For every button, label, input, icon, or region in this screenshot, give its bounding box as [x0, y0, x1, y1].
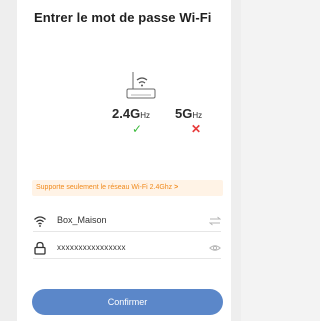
check-icon: ✓	[132, 122, 143, 136]
wifi-icon	[34, 216, 46, 227]
wifi-password-screen: Entrer le mot de passe Wi-Fi 2.4GHz 5GHz…	[17, 0, 231, 321]
eye-icon[interactable]	[209, 243, 221, 253]
page-title: Entrer le mot de passe Wi-Fi	[34, 10, 212, 25]
chevron-right-icon: >	[174, 184, 179, 191]
band-5ghz-value: 5G	[175, 106, 193, 121]
switch-arrows-icon[interactable]	[209, 216, 221, 226]
ssid-value: Box_Maison	[57, 215, 107, 225]
ssid-field[interactable]: Box_Maison	[33, 211, 221, 232]
band-2-4ghz-unit: Hz	[140, 111, 150, 120]
left-rail	[0, 0, 17, 321]
wifi-router-icon	[126, 72, 156, 99]
band-5ghz-label: 5GHz	[175, 106, 202, 121]
band-2-4ghz-value: 2.4G	[112, 106, 141, 121]
band-5ghz-unit: Hz	[192, 111, 203, 120]
right-rail	[231, 0, 241, 321]
band-2-4ghz-label: 2.4GHz	[112, 106, 150, 121]
band-support-notice[interactable]: Supporte seulement le réseau Wi-Fi 2.4Gh…	[32, 180, 223, 196]
confirm-button[interactable]: Confirmer	[32, 289, 223, 315]
notice-text: Supporte seulement le réseau Wi-Fi 2.4Gh…	[36, 184, 173, 191]
lock-icon	[34, 241, 46, 255]
password-value: xxxxxxxxxxxxxxxx	[57, 243, 126, 252]
cross-icon: ✕	[191, 122, 202, 136]
password-field[interactable]: xxxxxxxxxxxxxxxx	[33, 238, 221, 259]
